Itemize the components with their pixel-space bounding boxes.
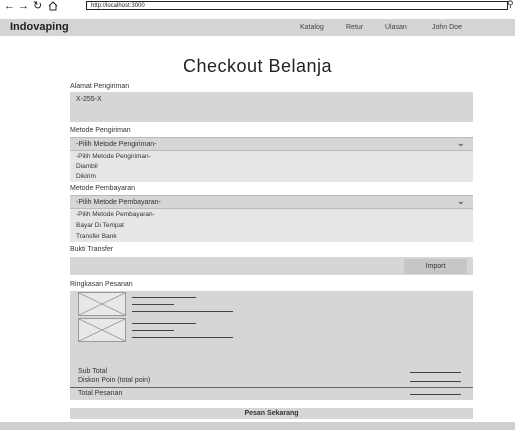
chevron-down-icon: ⌄	[456, 196, 465, 207]
product-qty-line	[132, 330, 174, 331]
nav-ulasan[interactable]: Ulasan	[385, 24, 407, 31]
product-qty-line	[132, 304, 174, 305]
shipping-option-diambil[interactable]: Diambil	[76, 163, 98, 170]
url-bar[interactable]: http://localhost:3000	[86, 1, 508, 10]
address-label: Alamat Pengiriman	[70, 83, 130, 90]
total-value-line	[410, 394, 461, 395]
shipping-method-select[interactable]: -Pilih Metode Pengiriman- ⌄	[70, 137, 473, 151]
brand-logo[interactable]: Indovaping	[10, 21, 69, 33]
shipping-method-label: Metode Pengiriman	[70, 127, 131, 134]
subtotal-label: Sub Total	[78, 368, 108, 375]
product-name-line	[132, 297, 196, 298]
product-name-line	[132, 323, 196, 324]
nav-retur[interactable]: Retur	[346, 24, 363, 31]
bottom-bar	[0, 422, 515, 430]
total-label: Total Pesanan	[78, 390, 123, 397]
nav-user[interactable]: John Doe	[432, 24, 462, 31]
order-summary-label: Ringkasan Pesanan	[70, 281, 133, 288]
page-title: Checkout Belanja	[182, 56, 333, 76]
shipping-option-dikirim[interactable]: Dikirim	[76, 173, 96, 180]
home-icon[interactable]	[48, 1, 58, 14]
payment-option-cod[interactable]: Bayar Di Tempat	[76, 222, 124, 229]
search-icon[interactable]: ⚲	[507, 0, 514, 10]
reload-icon[interactable]: ↻	[33, 0, 42, 12]
shipping-method-selected: -Pilih Metode Pengiriman-	[76, 141, 157, 148]
import-button[interactable]: Import	[404, 259, 467, 274]
discount-value-line	[410, 381, 461, 382]
chevron-down-icon: ⌄	[456, 138, 465, 149]
product-image-placeholder	[78, 318, 126, 342]
product-image-placeholder	[78, 292, 126, 316]
payment-option-transfer[interactable]: Transfer Bank	[76, 233, 117, 240]
order-now-button[interactable]: Pesan Sekarang	[70, 408, 473, 419]
transfer-proof-label: Bukti Transfer	[70, 246, 114, 253]
payment-method-selected: -Pilih Metode Pembayaran-	[76, 199, 161, 206]
shipping-option[interactable]: -Pilih Metode Pengiriman-	[76, 153, 151, 160]
forward-arrow-icon[interactable]: →	[18, 0, 29, 12]
back-arrow-icon[interactable]: ←	[4, 0, 15, 12]
summary-divider	[70, 387, 473, 388]
product-price-line	[132, 311, 233, 312]
app-header: Indovaping Katalog Retur Ulasan John Doe	[0, 19, 515, 36]
payment-method-select[interactable]: -Pilih Metode Pembayaran- ⌄	[70, 195, 473, 209]
payment-option[interactable]: -Pilih Metode Pembayaran-	[76, 211, 155, 218]
subtotal-value-line	[410, 372, 461, 373]
product-price-line	[132, 337, 233, 338]
address-value: X-255-X	[76, 96, 102, 103]
address-field[interactable]: X-255-X	[70, 92, 473, 122]
payment-method-label: Metode Pembayaran	[70, 185, 135, 192]
browser-toolbar: ← → ↻ http://localhost:3000 ⚲	[0, 0, 515, 14]
discount-label: Diskon Poin (total poin)	[78, 377, 151, 384]
nav-katalog[interactable]: Katalog	[300, 24, 324, 31]
